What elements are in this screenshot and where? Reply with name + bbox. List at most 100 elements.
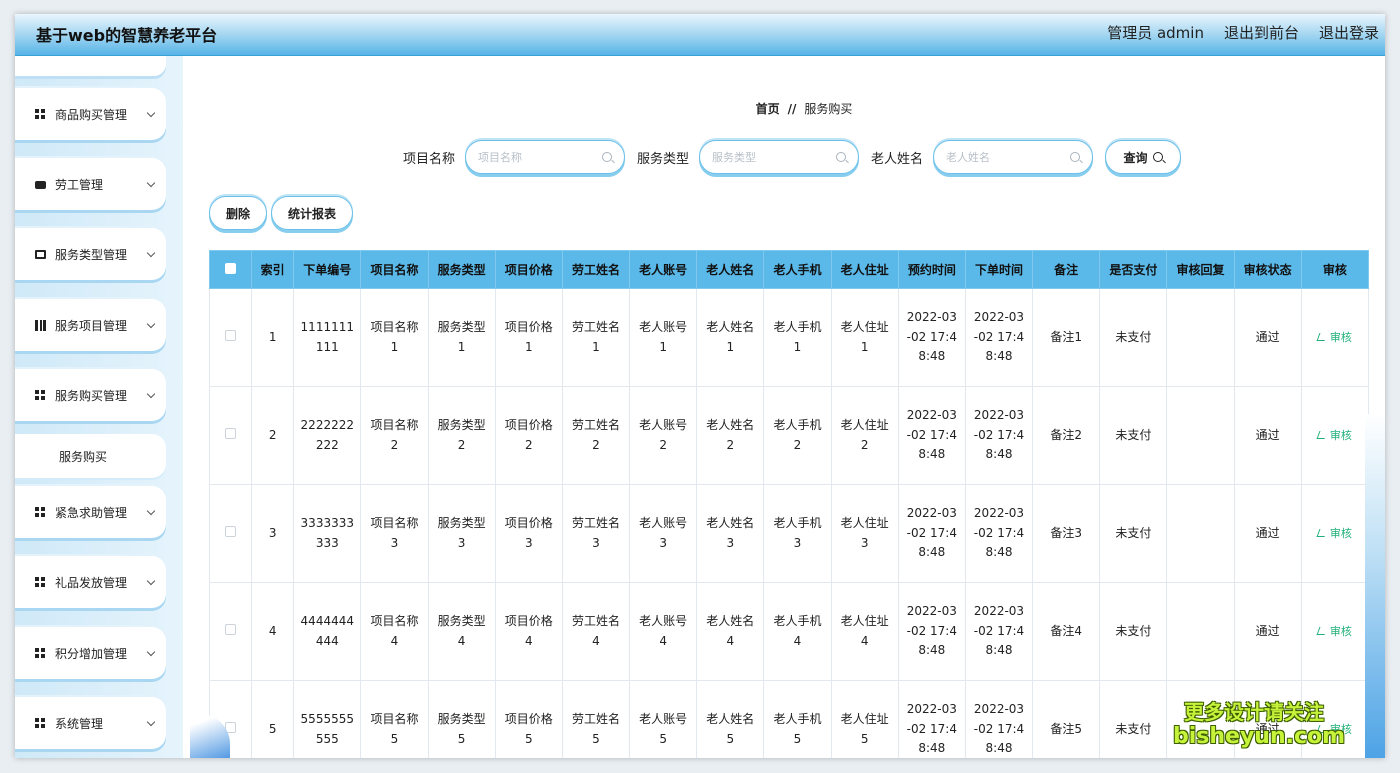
column-header[interactable]: 是否支付 [1099,250,1168,289]
table-row: 2 2222222222 项目名称2 服务类型2 项目价格2 劳工姓名2 老人账号2 老人姓名… [209,386,1370,485]
audit-label: 审核 [1329,526,1352,540]
elder-name-input[interactable] [946,150,1071,164]
sidebar: 商品购买管理劳工管理服务类型管理 服务项目管理服务购买管理服务购买紧急求助管理 礼品… [15,56,183,758]
breadcrumb-home[interactable]: 首页 [756,102,780,116]
sidebar-item-label: 劳工管理 [55,177,104,192]
elder-name-field[interactable] [933,140,1094,174]
to-front-link[interactable]: 退出到前台 [1224,22,1299,43]
sidebar-item-2[interactable]: 服务类型管理 [15,228,166,280]
table-cell: 项目名称5 [360,680,429,758]
table-cell: 老人姓名5 [696,680,765,758]
row-select-cell [209,386,253,485]
sidebar-item-5[interactable]: 紧急求助管理 [15,486,166,538]
table-cell: 审核 [1300,386,1370,485]
column-header[interactable]: 审核状态 [1233,250,1302,289]
table-cell: 老人账号4 [629,582,698,681]
table-cell: 老人姓名4 [696,582,765,681]
column-header[interactable]: 老人手机 [763,250,832,289]
column-header[interactable]: 备注 [1032,250,1101,289]
action-bar: 删除 统计报表 [209,196,354,230]
row-select-cell [209,484,253,583]
sidebar-item-label: 服务项目管理 [55,318,128,333]
table-cell: 项目名称3 [360,484,429,583]
chevron-down-icon [146,576,156,585]
edit-icon [1316,332,1328,341]
table-cell: 老人住址3 [830,484,899,583]
audit-button[interactable]: 审核 [1316,625,1352,638]
sidebar-item-label: 服务类型管理 [55,247,128,262]
column-header[interactable]: 劳工姓名 [561,250,631,289]
logout-link[interactable]: 退出登录 [1319,22,1379,43]
column-header[interactable]: 老人账号 [629,250,698,289]
column-header[interactable]: 老人姓名 [696,250,765,289]
select-all-checkbox[interactable] [225,262,237,274]
column-header[interactable]: 服务类型 [427,250,496,289]
row-select-cell [209,582,253,681]
table-cell: 未支付 [1099,680,1168,758]
column-header[interactable]: 下单编号 [293,250,362,289]
audit-button[interactable]: 审核 [1316,331,1352,344]
table-cell: 2222222222 [293,386,362,485]
audit-button[interactable]: 审核 [1316,723,1352,736]
table-cell: 项目价格2 [494,386,563,485]
project-name-input[interactable] [478,150,603,164]
row-checkbox[interactable] [225,623,237,635]
table-cell: 老人账号2 [629,386,698,485]
table-cell: 劳工姓名2 [561,386,631,485]
column-header[interactable]: 预约时间 [897,250,966,289]
sidebar-item-8[interactable]: 系统管理 [15,697,166,749]
elder-name-label: 老人姓名 [871,151,924,167]
row-checkbox[interactable] [225,525,237,537]
column-header[interactable]: 项目名称 [360,250,429,289]
search-icon [836,152,847,162]
column-header[interactable]: 审核回复 [1166,250,1235,289]
sidebar-item-0[interactable]: 商品购买管理 [15,88,166,140]
row-checkbox[interactable] [225,329,237,341]
table-cell: 项目名称2 [360,386,429,485]
delete-button[interactable]: 删除 [209,196,268,230]
chevron-down-icon [146,647,156,656]
orders-table: 索引 下单编号 项目名称 服务类型 项目价格 劳工姓名 老人账号 老人姓名 老人手机 老人住址 预约… [209,250,1370,758]
breadcrumb-current: 服务购买 [804,102,853,116]
service-type-field[interactable] [699,140,860,174]
audit-button[interactable]: 审核 [1316,429,1352,442]
table-cell: 老人手机2 [763,386,832,485]
row-checkbox[interactable] [225,427,237,439]
table-cell: 通过 [1233,484,1302,583]
sidebar-item-4[interactable]: 服务购买管理 [15,369,166,421]
table-cell: 通过 [1233,680,1302,758]
table-cell: 未支付 [1099,484,1168,583]
table-cell: 通过 [1233,582,1302,681]
grid-icon [35,647,46,659]
chevron-down-icon [146,108,156,117]
sidebar-item-3[interactable]: 服务项目管理 [15,299,166,351]
grid-icon [35,108,46,120]
table-cell: 1111111111 [293,288,362,387]
column-header[interactable]: 项目价格 [494,250,563,289]
sidebar-item-1[interactable]: 劳工管理 [15,158,166,210]
column-header[interactable]: 老人住址 [830,250,899,289]
table-cell: 2022-03-02 17:48:48 [897,582,966,681]
audit-button[interactable]: 审核 [1316,526,1352,540]
table-cell: 服务类型2 [427,386,496,485]
bag-icon [35,249,46,259]
sidebar-subitem-service-purchase[interactable]: 服务购买 [15,434,166,478]
table-cell: 备注4 [1032,582,1101,681]
column-header[interactable]: 审核 [1300,250,1370,289]
sidebar-item-6[interactable]: 礼品发放管理 [15,556,166,608]
table-cell: 2022-03-02 17:48:48 [897,484,966,583]
project-name-field[interactable] [465,140,626,174]
column-header[interactable]: 下单时间 [964,250,1034,289]
table-cell: 劳工姓名3 [561,484,631,583]
search-bar: 项目名称 服务类型 老人姓名 查询 [403,140,1182,174]
table-cell: 通过 [1233,386,1302,485]
table-cell: 服务类型1 [427,288,496,387]
sidebar-item-7[interactable]: 积分增加管理 [15,627,166,679]
grid-icon [35,506,46,518]
service-type-input[interactable] [712,150,837,164]
table-cell: 5555555555 [293,680,362,758]
column-header[interactable]: 索引 [251,250,295,289]
query-button[interactable]: 查询 [1105,140,1182,174]
admin-user-link[interactable]: 管理员 admin [1107,22,1204,43]
statistics-report-button[interactable]: 统计报表 [271,196,354,230]
